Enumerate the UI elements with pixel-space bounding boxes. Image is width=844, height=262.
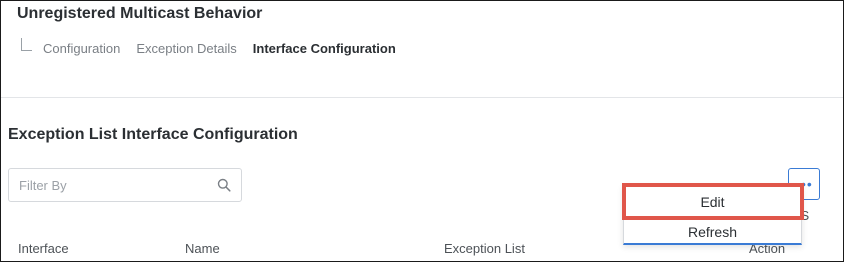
column-header-exception-list[interactable]: Exception List bbox=[444, 241, 525, 256]
breadcrumb-configuration[interactable]: Configuration bbox=[43, 41, 120, 56]
column-header-name[interactable]: Name bbox=[185, 241, 220, 256]
column-header-interface[interactable]: Interface bbox=[18, 241, 69, 256]
header-divider bbox=[1, 97, 843, 98]
page-title: Unregistered Multicast Behavior bbox=[17, 5, 263, 22]
tree-connector-icon bbox=[21, 37, 32, 51]
app-window: Unregistered Multicast Behavior Configur… bbox=[0, 0, 844, 262]
more-dots-icon: •• bbox=[801, 176, 813, 192]
menu-item-edit[interactable]: Edit bbox=[624, 188, 801, 216]
filter-input[interactable] bbox=[19, 169, 209, 201]
section-title: Exception List Interface Configuration bbox=[8, 126, 298, 143]
breadcrumb-interface-configuration: Interface Configuration bbox=[252, 40, 396, 56]
menu-item-refresh[interactable]: Refresh bbox=[624, 218, 801, 246]
actions-dropdown-menu: Edit Refresh bbox=[623, 185, 802, 245]
search-icon[interactable] bbox=[217, 178, 231, 192]
breadcrumb: Configuration Exception Details Interfac… bbox=[21, 37, 412, 59]
breadcrumb-exception-details[interactable]: Exception Details bbox=[136, 41, 236, 56]
filter-box bbox=[8, 168, 242, 202]
